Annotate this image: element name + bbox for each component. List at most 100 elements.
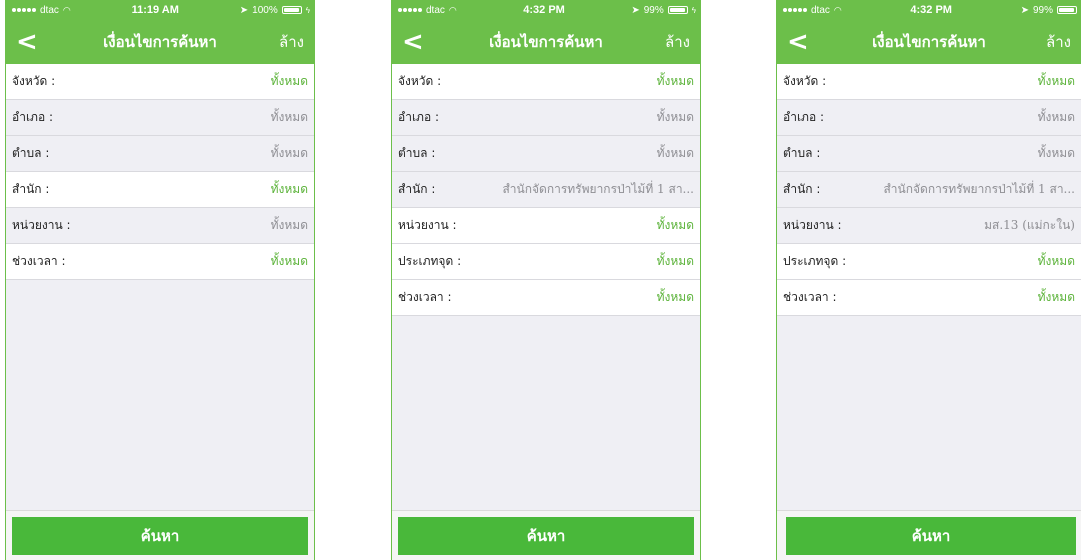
row-label: ช่วงเวลา : bbox=[12, 254, 66, 268]
wifi-icon: ◠ bbox=[833, 4, 842, 15]
row-value: ทั้งหมด bbox=[270, 74, 308, 88]
row-value: สำนักจัดการทรัพยากรป่าไม้ที่ 1 สา... bbox=[883, 182, 1075, 196]
status-bar: dtac ◠ 4:32 PM ➤ 99% bbox=[777, 0, 1081, 20]
battery-icon bbox=[1057, 6, 1077, 14]
row-value: ทั้งหมด bbox=[656, 146, 694, 160]
row-value: ทั้งหมด bbox=[270, 110, 308, 124]
row-value: ทั้งหมด bbox=[1037, 254, 1075, 268]
signal-icon bbox=[398, 8, 422, 12]
battery-icon bbox=[281, 6, 302, 14]
row-label: ตำบล : bbox=[398, 146, 436, 160]
nav-bar: < เงื่อนไขการค้นหา ล้าง bbox=[6, 20, 314, 64]
filter-row-province[interactable]: จังหวัด : ทั้งหมด bbox=[392, 64, 700, 100]
row-label: ตำบล : bbox=[12, 146, 50, 160]
filter-row-office[interactable]: สำนัก : สำนักจัดการทรัพยากรป่าไม้ที่ 1 ส… bbox=[777, 172, 1081, 208]
clear-button[interactable]: ล้าง bbox=[279, 30, 304, 54]
bottom-bar: ค้นหา bbox=[777, 510, 1081, 560]
search-button[interactable]: ค้นหา bbox=[786, 516, 1076, 555]
filter-row-period[interactable]: ช่วงเวลา : ทั้งหมด bbox=[777, 280, 1081, 316]
back-chevron-icon[interactable]: < bbox=[16, 29, 46, 55]
charging-icon: ϟ bbox=[691, 5, 696, 15]
phone-screen-1: dtac ◠ 11:19 AM ➤ 100% ϟ < เงื่อนไขการค้… bbox=[5, 0, 315, 560]
phone-screen-2: dtac ◠ 4:32 PM ➤ 99% ϟ < เงื่อนไขการค้นห… bbox=[391, 0, 701, 560]
filter-row-province[interactable]: จังหวัด : ทั้งหมด bbox=[6, 64, 314, 100]
row-value: ทั้งหมด bbox=[656, 218, 694, 232]
carrier-label: dtac bbox=[40, 4, 59, 16]
page-title: เงื่อนไขการค้นหา bbox=[489, 33, 603, 51]
row-value: ทั้งหมด bbox=[656, 110, 694, 124]
filter-row-unit[interactable]: หน่วยงาน : มส.13 (แม่กะใน) bbox=[777, 208, 1081, 244]
filter-list: จังหวัด : ทั้งหมด อำเภอ : ทั้งหมด ตำบล :… bbox=[392, 64, 700, 316]
row-label: หน่วยงาน : bbox=[398, 218, 457, 232]
location-icon: ➤ bbox=[631, 4, 640, 16]
search-button[interactable]: ค้นหา bbox=[398, 516, 694, 555]
row-value: ทั้งหมด bbox=[270, 146, 308, 160]
filter-row-district[interactable]: อำเภอ : ทั้งหมด bbox=[392, 100, 700, 136]
battery-icon bbox=[667, 6, 688, 14]
phone-screen-3: dtac ◠ 4:32 PM ➤ 99% < เงื่อนไขการค้นหา … bbox=[776, 0, 1081, 560]
status-time: 4:32 PM bbox=[910, 4, 952, 16]
nav-bar: < เงื่อนไขการค้นหา ล้าง bbox=[777, 20, 1081, 64]
row-label: ช่วงเวลา : bbox=[783, 290, 837, 304]
row-label: หน่วยงาน : bbox=[783, 218, 842, 232]
nav-bar: < เงื่อนไขการค้นหา ล้าง bbox=[392, 20, 700, 64]
filter-row-subdistrict[interactable]: ตำบล : ทั้งหมด bbox=[392, 136, 700, 172]
filter-row-office[interactable]: สำนัก : ทั้งหมด bbox=[6, 172, 314, 208]
back-chevron-icon[interactable]: < bbox=[787, 29, 817, 55]
row-value: ทั้งหมด bbox=[1037, 74, 1075, 88]
row-label: ช่วงเวลา : bbox=[398, 290, 452, 304]
row-label: จังหวัด : bbox=[783, 74, 827, 88]
search-button[interactable]: ค้นหา bbox=[12, 516, 308, 555]
carrier-label: dtac bbox=[811, 4, 830, 16]
clear-button[interactable]: ล้าง bbox=[1046, 30, 1071, 54]
row-value: ทั้งหมด bbox=[656, 290, 694, 304]
clear-button[interactable]: ล้าง bbox=[665, 30, 690, 54]
row-value: สำนักจัดการทรัพยากรป่าไม้ที่ 1 สา... bbox=[502, 182, 694, 196]
filter-row-period[interactable]: ช่วงเวลา : ทั้งหมด bbox=[6, 244, 314, 280]
battery-percent: 100% bbox=[252, 4, 278, 16]
row-label: สำนัก : bbox=[398, 182, 436, 196]
row-label: จังหวัด : bbox=[12, 74, 56, 88]
location-icon: ➤ bbox=[239, 4, 249, 16]
row-label: หน่วยงาน : bbox=[12, 218, 71, 232]
row-label: ประเภทจุด : bbox=[783, 254, 847, 268]
battery-percent: 99% bbox=[643, 4, 664, 16]
row-label: จังหวัด : bbox=[398, 74, 442, 88]
status-bar: dtac ◠ 4:32 PM ➤ 99% ϟ bbox=[392, 0, 700, 20]
status-time: 4:32 PM bbox=[523, 4, 565, 16]
row-label: ตำบล : bbox=[783, 146, 821, 160]
row-label: สำนัก : bbox=[783, 182, 821, 196]
filter-row-subdistrict[interactable]: ตำบล : ทั้งหมด bbox=[777, 136, 1081, 172]
row-label: ประเภทจุด : bbox=[398, 254, 462, 268]
status-time: 11:19 AM bbox=[131, 4, 179, 16]
back-chevron-icon[interactable]: < bbox=[402, 29, 432, 55]
filter-row-unit[interactable]: หน่วยงาน : ทั้งหมด bbox=[392, 208, 700, 244]
row-value: ทั้งหมด bbox=[270, 254, 308, 268]
signal-icon bbox=[12, 8, 36, 12]
row-value: ทั้งหมด bbox=[270, 182, 308, 196]
status-bar: dtac ◠ 11:19 AM ➤ 100% ϟ bbox=[6, 0, 314, 20]
filter-row-point-type[interactable]: ประเภทจุด : ทั้งหมด bbox=[392, 244, 700, 280]
filter-list: จังหวัด : ทั้งหมด อำเภอ : ทั้งหมด ตำบล :… bbox=[777, 64, 1081, 316]
battery-percent: 99% bbox=[1032, 4, 1053, 16]
filter-row-district[interactable]: อำเภอ : ทั้งหมด bbox=[6, 100, 314, 136]
charging-icon: ϟ bbox=[305, 5, 310, 15]
row-value: ทั้งหมด bbox=[656, 254, 694, 268]
page-title: เงื่อนไขการค้นหา bbox=[103, 33, 217, 51]
filter-row-province[interactable]: จังหวัด : ทั้งหมด bbox=[777, 64, 1081, 100]
row-value: ทั้งหมด bbox=[270, 218, 308, 232]
filter-row-point-type[interactable]: ประเภทจุด : ทั้งหมด bbox=[777, 244, 1081, 280]
signal-icon bbox=[783, 8, 807, 12]
filter-row-office[interactable]: สำนัก : สำนักจัดการทรัพยากรป่าไม้ที่ 1 ส… bbox=[392, 172, 700, 208]
filter-row-unit[interactable]: หน่วยงาน : ทั้งหมด bbox=[6, 208, 314, 244]
filter-row-period[interactable]: ช่วงเวลา : ทั้งหมด bbox=[392, 280, 700, 316]
filter-row-subdistrict[interactable]: ตำบล : ทั้งหมด bbox=[6, 136, 314, 172]
row-label: อำเภอ : bbox=[398, 110, 440, 124]
bottom-bar: ค้นหา bbox=[6, 510, 314, 560]
location-icon: ➤ bbox=[1020, 4, 1029, 16]
filter-row-district[interactable]: อำเภอ : ทั้งหมด bbox=[777, 100, 1081, 136]
carrier-label: dtac bbox=[426, 4, 445, 16]
filter-list: จังหวัด : ทั้งหมด อำเภอ : ทั้งหมด ตำบล :… bbox=[6, 64, 314, 280]
row-label: อำเภอ : bbox=[783, 110, 825, 124]
page-title: เงื่อนไขการค้นหา bbox=[872, 33, 986, 51]
